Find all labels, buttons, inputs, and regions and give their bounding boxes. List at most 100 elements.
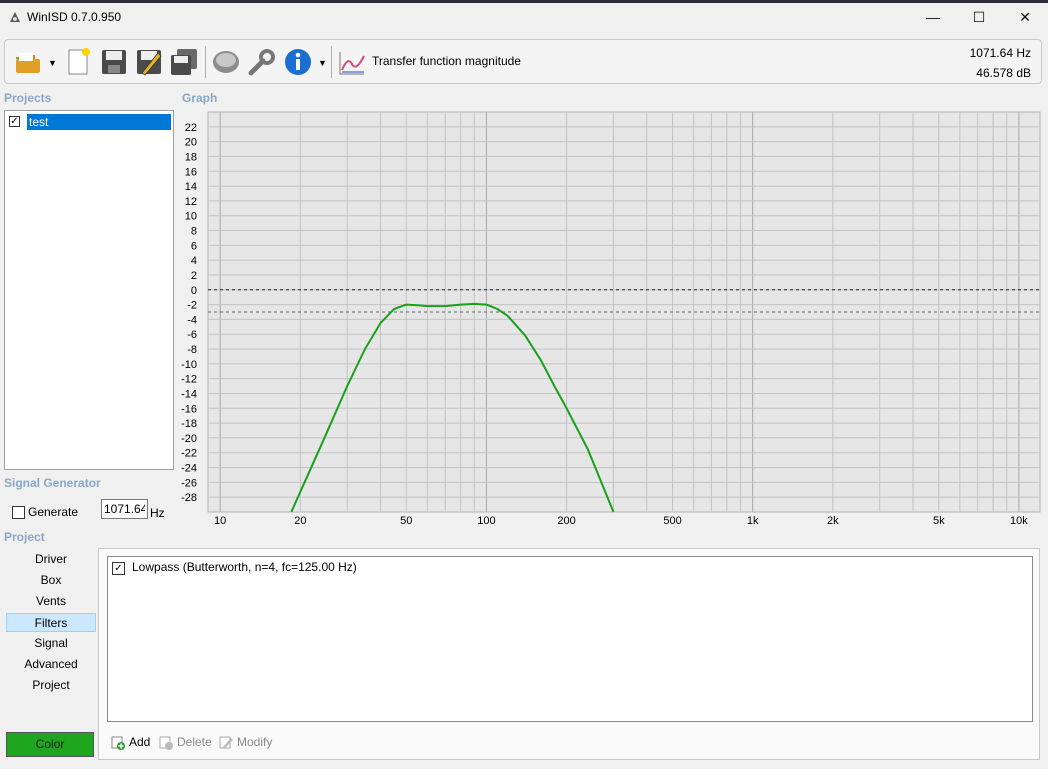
y-tick-label: 16 xyxy=(185,166,197,178)
title-bar xyxy=(0,0,1048,36)
y-tick-label: 8 xyxy=(191,226,197,238)
y-tick-label: 22 xyxy=(185,122,197,134)
y-tick-label: 10 xyxy=(185,211,197,223)
project-item[interactable]: test xyxy=(27,114,171,130)
y-tick-label: -20 xyxy=(181,433,197,445)
toolbar-separator xyxy=(205,46,206,78)
graph-chart[interactable]: 2220181614121086420-2-4-6-8-10-12-14-16-… xyxy=(180,110,1042,528)
chart-type-label[interactable]: Transfer function magnitude xyxy=(372,54,521,68)
x-tick-label: 50 xyxy=(400,515,412,527)
x-tick-label: 1k xyxy=(747,515,759,527)
window-title: WinISD 0.7.0.950 xyxy=(27,10,122,24)
open-button[interactable] xyxy=(11,45,45,79)
maximize-button[interactable]: ☐ xyxy=(956,2,1002,32)
y-tick-label: -6 xyxy=(187,329,197,341)
y-tick-label: -4 xyxy=(187,314,197,326)
new-button[interactable] xyxy=(61,45,95,79)
add-filter-button[interactable]: Add xyxy=(110,734,150,750)
driver-editor-button[interactable] xyxy=(209,45,243,79)
delete-filter-button[interactable]: Delete xyxy=(158,734,212,750)
info-icon xyxy=(285,49,311,75)
y-tick-label: -12 xyxy=(181,374,197,386)
save-as-button[interactable] xyxy=(132,45,166,79)
nav-project[interactable]: Project xyxy=(6,676,96,695)
y-tick-label: -26 xyxy=(181,477,197,489)
frequency-unit: Hz xyxy=(150,506,165,520)
modify-filter-button[interactable]: Modify xyxy=(218,734,272,750)
nav-filters[interactable]: Filters xyxy=(6,613,96,632)
y-tick-label: -2 xyxy=(187,300,197,312)
graph-heading: Graph xyxy=(182,91,218,105)
driver-editor-icon xyxy=(213,51,239,73)
project-heading: Project xyxy=(4,530,45,544)
project-name: test xyxy=(29,115,49,129)
projects-list: ✓ test xyxy=(4,110,174,470)
add-icon xyxy=(111,736,125,750)
y-tick-label: -24 xyxy=(181,463,197,475)
info-button[interactable] xyxy=(281,45,315,79)
x-tick-label: 200 xyxy=(557,515,575,527)
y-tick-label: -10 xyxy=(181,359,197,371)
delete-icon xyxy=(159,736,173,750)
y-tick-label: -18 xyxy=(181,418,197,430)
x-tick-label: 500 xyxy=(663,515,681,527)
info-dropdown-icon[interactable]: ▼ xyxy=(318,58,327,68)
nav-box[interactable]: Box xyxy=(6,571,96,590)
minimize-icon: — xyxy=(926,9,940,25)
modify-label: Modify xyxy=(237,735,273,749)
delete-label: Delete xyxy=(177,735,212,749)
y-tick-label: 0 xyxy=(191,285,197,297)
modify-icon xyxy=(219,736,233,749)
save-button[interactable] xyxy=(97,45,131,79)
y-tick-label: 4 xyxy=(191,255,197,267)
save-all-button[interactable] xyxy=(167,45,201,79)
x-tick-label: 20 xyxy=(294,515,306,527)
nav-vents[interactable]: Vents xyxy=(6,592,96,611)
y-tick-label: 2 xyxy=(191,270,197,282)
toolbar-separator xyxy=(331,46,332,78)
nav-signal[interactable]: Signal xyxy=(6,634,96,653)
x-tick-label: 100 xyxy=(477,515,495,527)
y-tick-label: 20 xyxy=(185,137,197,149)
x-tick-label: 2k xyxy=(827,515,839,527)
y-tick-label: 6 xyxy=(191,240,197,252)
signal-generator-heading: Signal Generator xyxy=(4,476,101,490)
y-tick-label: -16 xyxy=(181,403,197,415)
maximize-icon: ☐ xyxy=(972,8,986,25)
tools-button[interactable] xyxy=(245,45,279,79)
wrench-icon xyxy=(248,49,275,76)
x-tick-label: 10 xyxy=(214,515,226,527)
chart-type-icon[interactable] xyxy=(338,50,366,76)
new-document-icon xyxy=(68,48,90,75)
y-tick-label: -28 xyxy=(181,492,197,504)
frequency-input[interactable] xyxy=(101,499,148,519)
x-tick-label: 5k xyxy=(933,515,945,527)
generate-checkbox[interactable] xyxy=(12,506,25,519)
nav-advanced[interactable]: Advanced xyxy=(6,655,96,674)
frequency-readout: 1071.64 Hz xyxy=(969,46,1031,60)
save-as-icon xyxy=(137,50,162,76)
close-icon: ✕ xyxy=(1019,8,1031,25)
toolbar: ▼ ▼ Transfer function magnitude 1071.64 … xyxy=(4,39,1042,84)
filter-item[interactable]: Lowpass (Butterworth, n=4, fc=125.00 Hz) xyxy=(132,560,357,574)
y-tick-label: 14 xyxy=(185,181,197,193)
save-icon xyxy=(102,50,126,74)
project-checkbox[interactable]: ✓ xyxy=(9,116,20,127)
y-tick-label: -22 xyxy=(181,448,197,460)
generate-label: Generate xyxy=(28,505,79,519)
y-tick-label: 12 xyxy=(185,196,197,208)
add-label: Add xyxy=(129,735,151,749)
close-button[interactable]: ✕ xyxy=(1002,2,1048,32)
minimize-button[interactable]: — xyxy=(910,2,956,32)
open-dropdown-icon[interactable]: ▼ xyxy=(48,58,57,68)
x-tick-label: 10k xyxy=(1010,515,1028,527)
projects-heading: Projects xyxy=(4,91,52,105)
filters-list: ✓ Lowpass (Butterworth, n=4, fc=125.00 H… xyxy=(107,556,1033,722)
color-button[interactable]: Color xyxy=(6,732,94,757)
nav-driver[interactable]: Driver xyxy=(6,550,96,569)
level-readout: 46.578 dB xyxy=(976,66,1031,80)
save-all-icon xyxy=(171,49,197,75)
y-tick-label: -14 xyxy=(181,388,197,400)
filter-checkbox[interactable]: ✓ xyxy=(112,562,125,575)
app-icon xyxy=(10,12,20,22)
